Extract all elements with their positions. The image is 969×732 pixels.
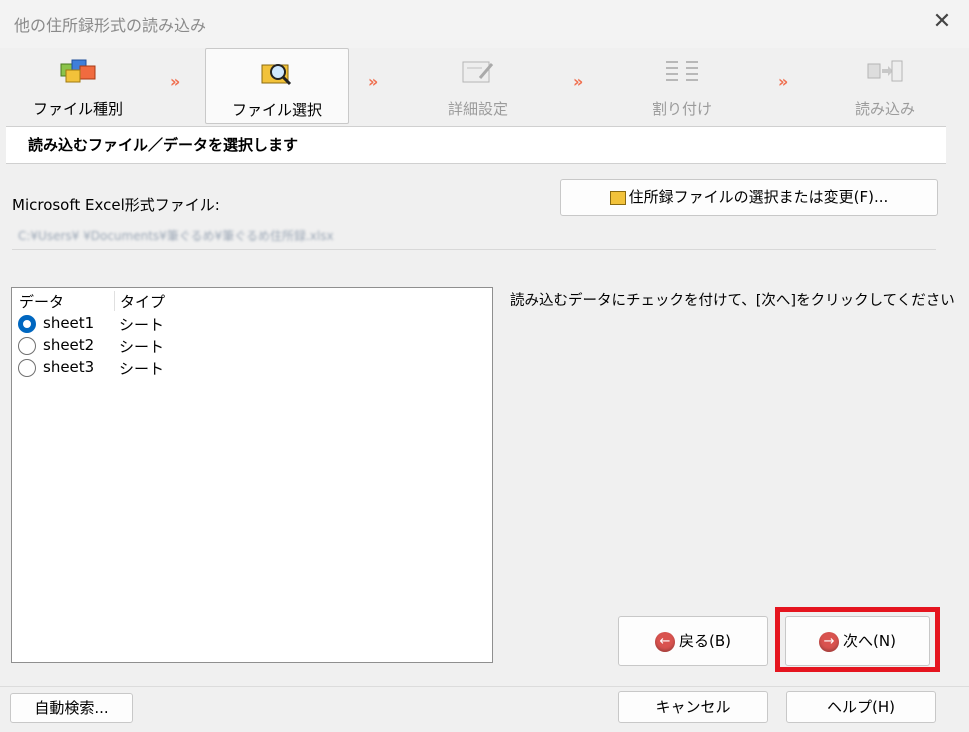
step-arrow-icon: » [368,72,378,91]
address-book-icon [609,190,626,205]
step-label: ファイル種別 [32,100,123,118]
divider [0,686,969,687]
step-import: 読み込み [815,48,955,122]
step-arrow-icon: » [778,72,788,91]
close-icon[interactable]: ✕ [930,8,954,36]
list-item[interactable]: sheet3 シート [18,357,318,379]
column-header-type[interactable]: タイプ [120,291,165,312]
step-file-select[interactable]: ファイル選択 [205,48,349,124]
instruction-text: 読み込むデータにチェックを付けて、[次へ]をクリックしてください [510,293,955,309]
column-header-data[interactable]: データ [19,291,64,312]
list-item[interactable]: sheet1 シート [18,313,318,335]
sheet-name: sheet2 [43,336,95,354]
settings-tools-icon [462,61,494,83]
step-arrow-icon: » [573,72,583,91]
file-path-text: C:¥Users¥ ¥Documents¥筆ぐるめ¥筆ぐるめ住所録.xlsx [18,229,334,243]
radio-unselected[interactable] [18,337,36,355]
list-item[interactable]: sheet2 シート [18,335,318,357]
step-label: 割り付け [651,100,712,118]
back-button[interactable]: ← 戻る(B) [618,616,768,666]
radio-unselected[interactable] [18,359,36,377]
import-icon [867,60,903,82]
step-label: 詳細設定 [447,100,508,118]
sheet-name: sheet3 [43,358,95,376]
sheet-type: シート [119,338,165,356]
folder-search-icon [261,64,292,86]
back-button-label: 戻る(B) [679,632,731,650]
folders-icon [60,59,96,83]
column-divider[interactable] [114,291,115,311]
cancel-button[interactable]: キャンセル [618,691,768,723]
step-arrow-icon: » [170,72,180,91]
help-button[interactable]: ヘルプ(H) [786,691,936,723]
radio-selected[interactable] [18,315,36,333]
step-details: 詳細設定 [408,48,548,122]
section-header-text: 読み込むファイル／データを選択します [28,136,299,154]
mapping-icon [666,61,698,81]
sheet-type: シート [119,316,165,334]
back-arrow-icon: ← [655,631,675,652]
highlight-box [775,607,940,672]
window-title: 他の住所録形式の読み込み [14,16,207,35]
auto-search-button[interactable]: 自動検索... [10,693,133,723]
sheet-type: シート [119,360,165,378]
step-file-type[interactable]: ファイル種別 [8,48,148,122]
step-mapping: 割り付け [612,48,752,122]
step-label: 読み込み [854,100,915,118]
select-file-button[interactable]: 住所録ファイルの選択または変更(F)... [560,179,938,216]
file-format-label: Microsoft Excel形式ファイル: [12,196,220,214]
window-edge [946,126,969,686]
select-file-button-label: 住所録ファイルの選択または変更(F)... [628,188,889,206]
step-label: ファイル選択 [231,101,322,119]
sheet-name: sheet1 [43,314,95,332]
